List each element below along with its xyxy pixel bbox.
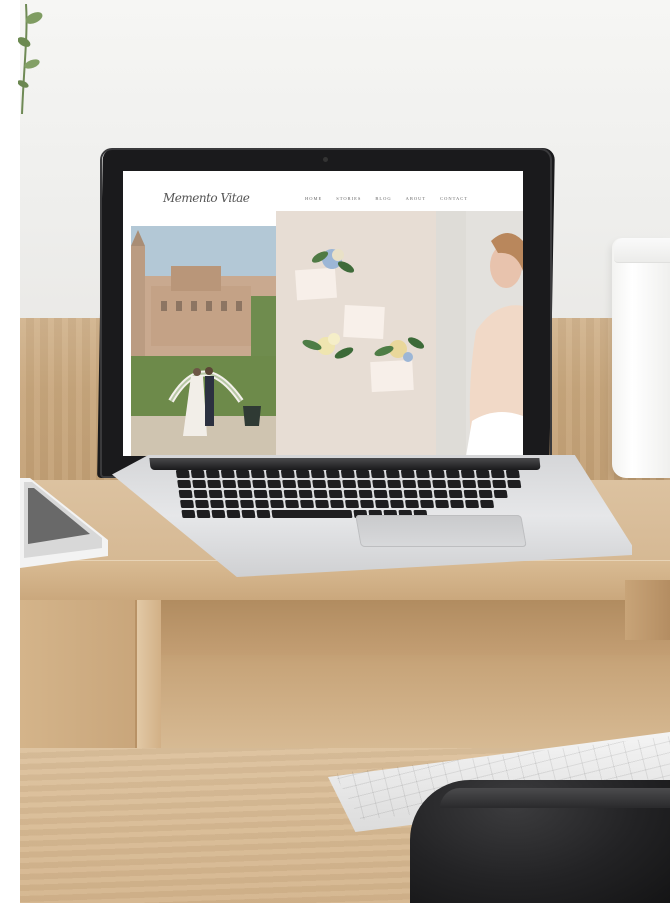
laptop-hinge [149, 458, 541, 470]
photo-scene: Memento Vitae HOME STORIES BLOG ABOUT CO… [0, 0, 670, 903]
plant-icon [18, 4, 43, 114]
drawer-front [20, 600, 139, 760]
laptop-trackpad [355, 515, 527, 547]
tablet-on-shelf [20, 478, 108, 568]
nav-link-blog[interactable]: BLOG [375, 196, 391, 206]
webcam-icon [323, 157, 328, 162]
hero-image-castle [131, 226, 276, 456]
shelf-cubby-back [161, 600, 670, 655]
hero-image-flatlay [276, 211, 436, 456]
website-logo[interactable]: Memento Vitae [163, 191, 250, 213]
nav-link-about[interactable]: ABOUT [406, 196, 427, 206]
jar-icon [612, 238, 670, 478]
laptop-screen: Memento Vitae HOME STORIES BLOG ABOUT CO… [123, 171, 523, 456]
hero-image-bride [436, 211, 523, 456]
shelf-divider [137, 600, 161, 760]
nav-link-stories[interactable]: STORIES [336, 196, 361, 206]
nav-link-home[interactable]: HOME [305, 196, 322, 206]
nav-link-contact[interactable]: CONTACT [440, 196, 468, 206]
website-nav: HOME STORIES BLOG ABOUT CONTACT [305, 196, 505, 206]
jar-lid [614, 238, 670, 263]
dark-bag-rim [440, 788, 670, 808]
shelf-post [625, 580, 670, 640]
